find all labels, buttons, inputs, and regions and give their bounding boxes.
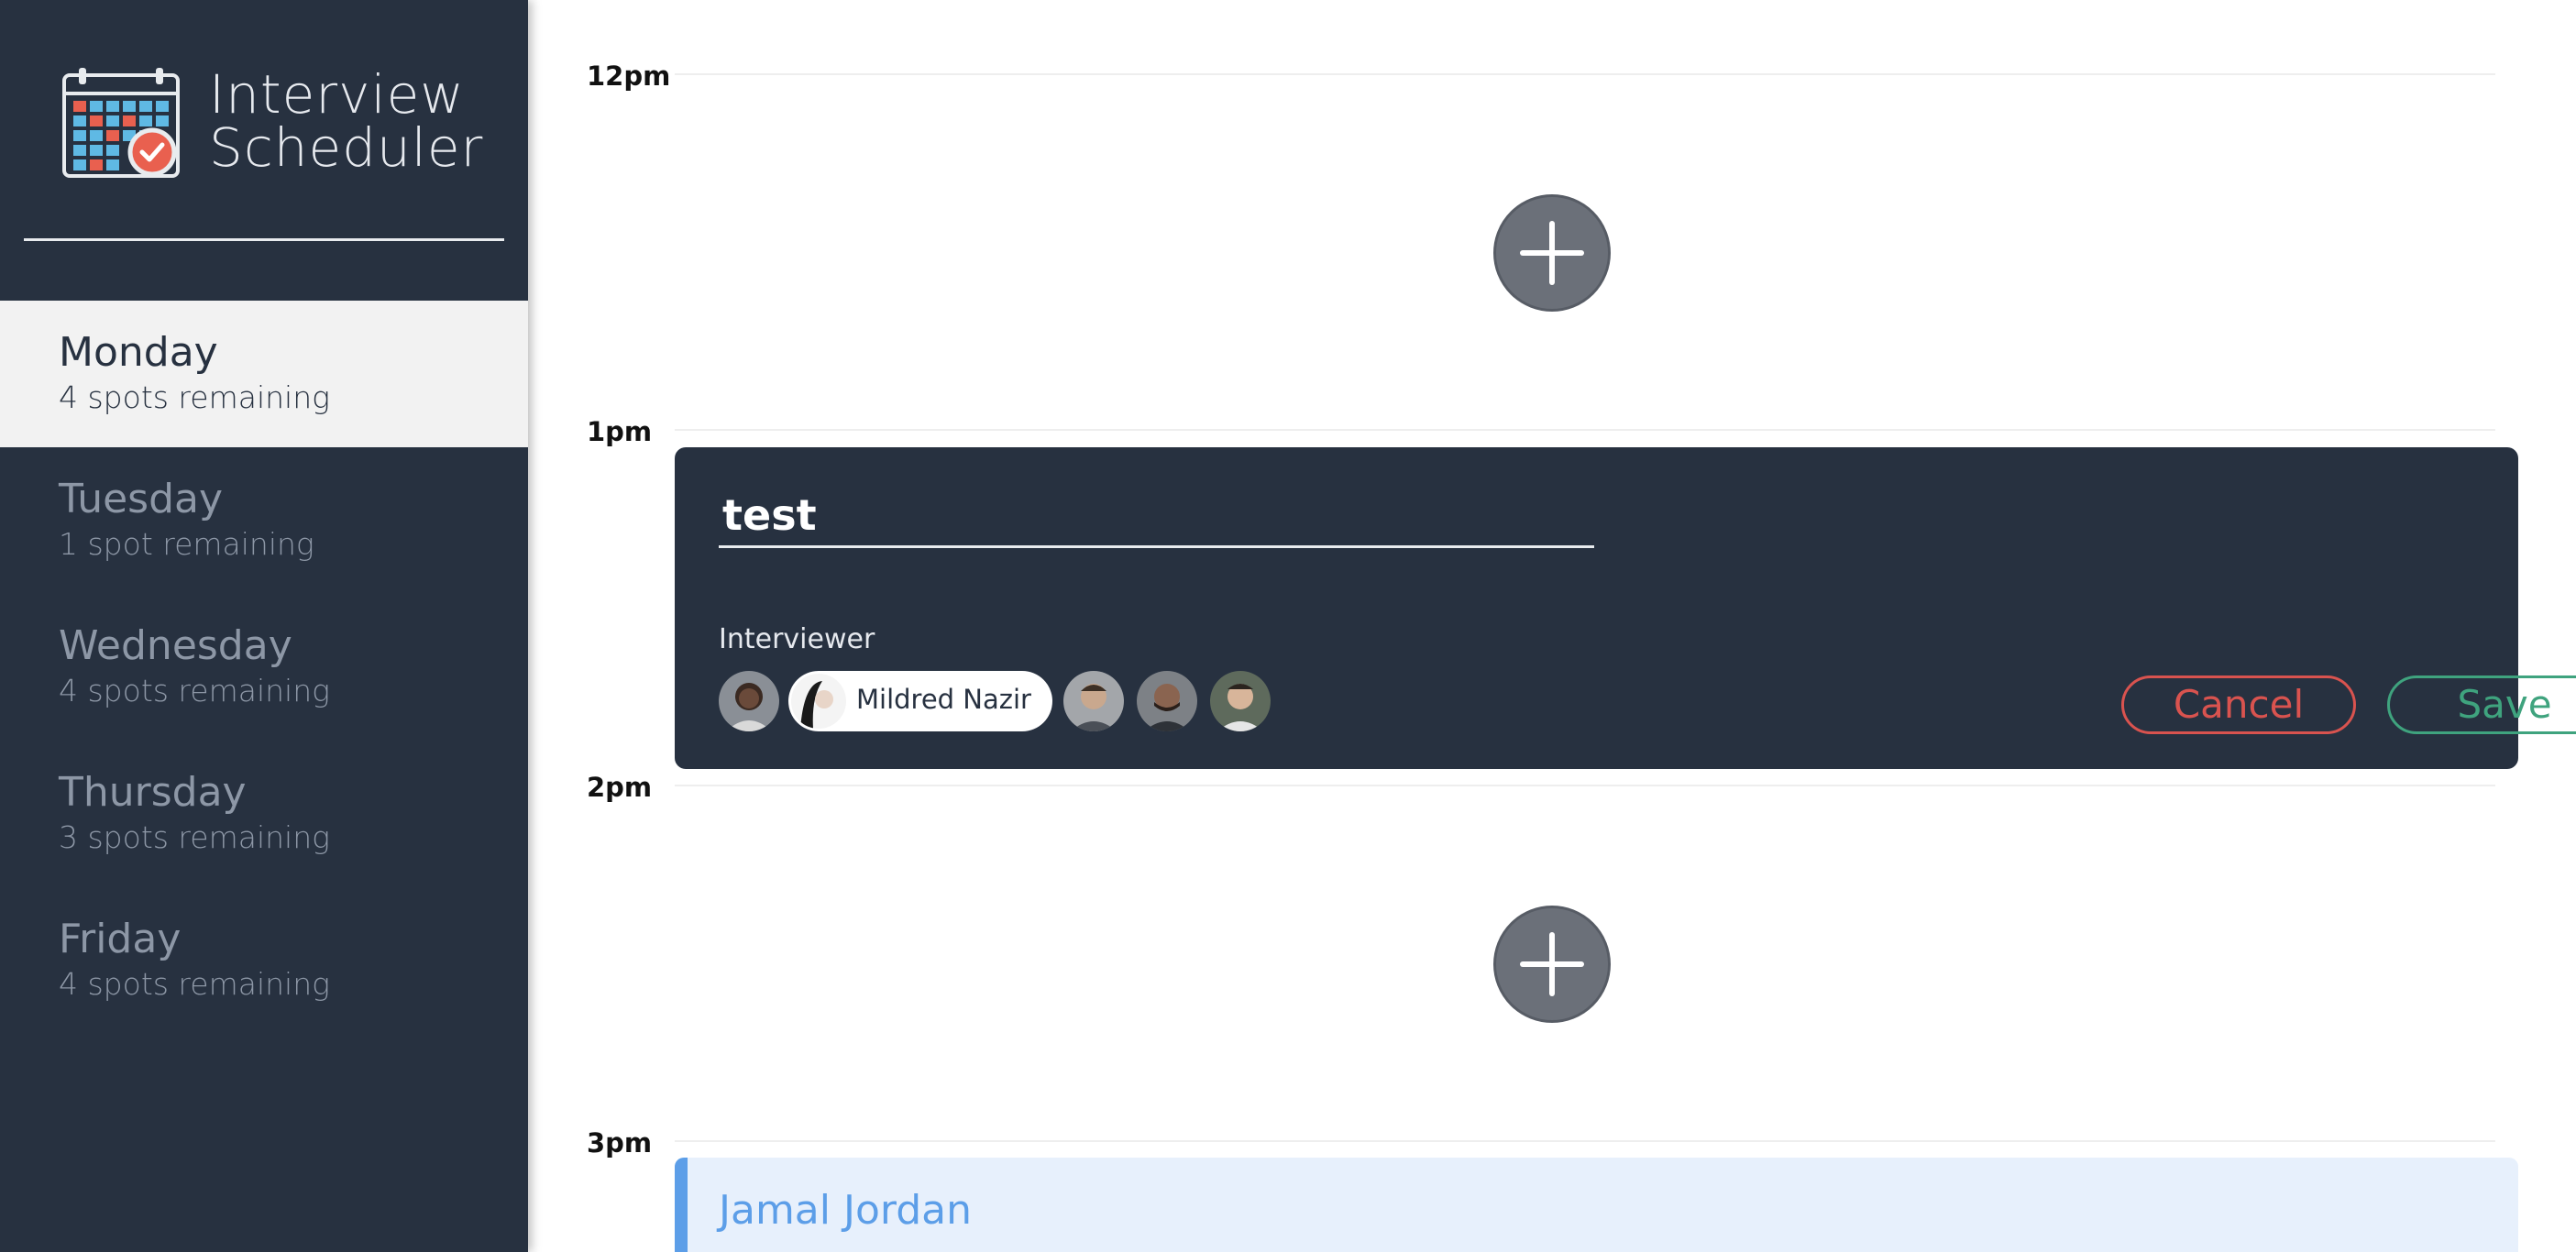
time-divider	[675, 785, 2495, 786]
day-item-wednesday[interactable]: Wednesday 4 spots remaining	[0, 594, 528, 741]
selected-interviewer-name: Mildred Nazir	[856, 684, 1031, 715]
avatar-photo-icon	[719, 671, 779, 731]
student-name-input[interactable]	[719, 484, 1594, 548]
day-name: Tuesday	[59, 476, 224, 522]
day-item-tuesday[interactable]: Tuesday 1 spot remaining	[0, 447, 528, 594]
calendar-check-icon	[62, 68, 180, 178]
time-divider	[675, 1140, 2495, 1142]
day-list: Monday 4 spots remaining Tuesday 1 spot …	[0, 301, 528, 1034]
schedule: 12pm 1pm Interviewer	[528, 0, 2576, 1252]
app-title-line2: Scheduler	[209, 116, 484, 179]
app-title-line1: Interview	[209, 63, 465, 126]
day-spots: 3 spots remaining	[59, 819, 330, 855]
time-label-2pm: 2pm	[587, 772, 653, 803]
interviewer-avatar[interactable]	[1063, 671, 1124, 731]
cancel-button[interactable]: Cancel	[2121, 675, 2356, 734]
day-name: Thursday	[59, 769, 247, 816]
interviewer-avatar[interactable]	[1137, 671, 1197, 731]
interviewer-avatar[interactable]	[1210, 671, 1271, 731]
day-spots: 4 spots remaining	[59, 966, 330, 1002]
add-appointment-button[interactable]	[1493, 194, 1611, 312]
day-name: Wednesday	[59, 622, 292, 669]
plus-icon	[1520, 221, 1584, 285]
add-appointment-button[interactable]	[1493, 906, 1611, 1023]
time-divider	[675, 73, 2495, 75]
day-name: Monday	[59, 329, 218, 376]
time-label-12pm: 12pm	[587, 60, 671, 92]
day-item-thursday[interactable]: Thursday 3 spots remaining	[0, 741, 528, 887]
time-label-3pm: 3pm	[587, 1127, 653, 1159]
day-name: Friday	[59, 916, 182, 962]
sidebar-divider	[24, 238, 504, 241]
interview-scheduler-app: Interview Scheduler Monday 4 spots remai…	[0, 0, 2576, 1252]
day-spots: 4 spots remaining	[59, 379, 330, 415]
sidebar: Interview Scheduler Monday 4 spots remai…	[0, 0, 528, 1252]
app-title: Interview Scheduler	[209, 68, 483, 174]
avatar-photo-icon	[791, 674, 846, 729]
interviewer-avatar[interactable]	[719, 671, 779, 731]
day-item-friday[interactable]: Friday 4 spots remaining	[0, 887, 528, 1034]
day-item-monday[interactable]: Monday 4 spots remaining	[0, 301, 528, 447]
selected-interviewer[interactable]: Mildred Nazir	[788, 671, 1052, 731]
time-divider	[675, 429, 2495, 431]
booked-appointment[interactable]: Jamal Jordan	[675, 1158, 2518, 1252]
avatar-photo-icon	[1063, 671, 1124, 731]
time-label-1pm: 1pm	[587, 416, 653, 447]
avatar-photo-icon	[1210, 671, 1271, 731]
interviewer-label: Interviewer	[719, 623, 875, 655]
day-spots: 4 spots remaining	[59, 673, 330, 708]
appointment-form: Interviewer	[675, 447, 2576, 769]
avatar-photo-icon	[1137, 671, 1197, 731]
plus-icon	[1520, 932, 1584, 996]
day-spots: 1 spot remaining	[59, 526, 314, 562]
interviewer-avatar	[791, 674, 846, 729]
save-button[interactable]: Save	[2387, 675, 2576, 734]
booked-student-name: Jamal Jordan	[719, 1187, 972, 1234]
